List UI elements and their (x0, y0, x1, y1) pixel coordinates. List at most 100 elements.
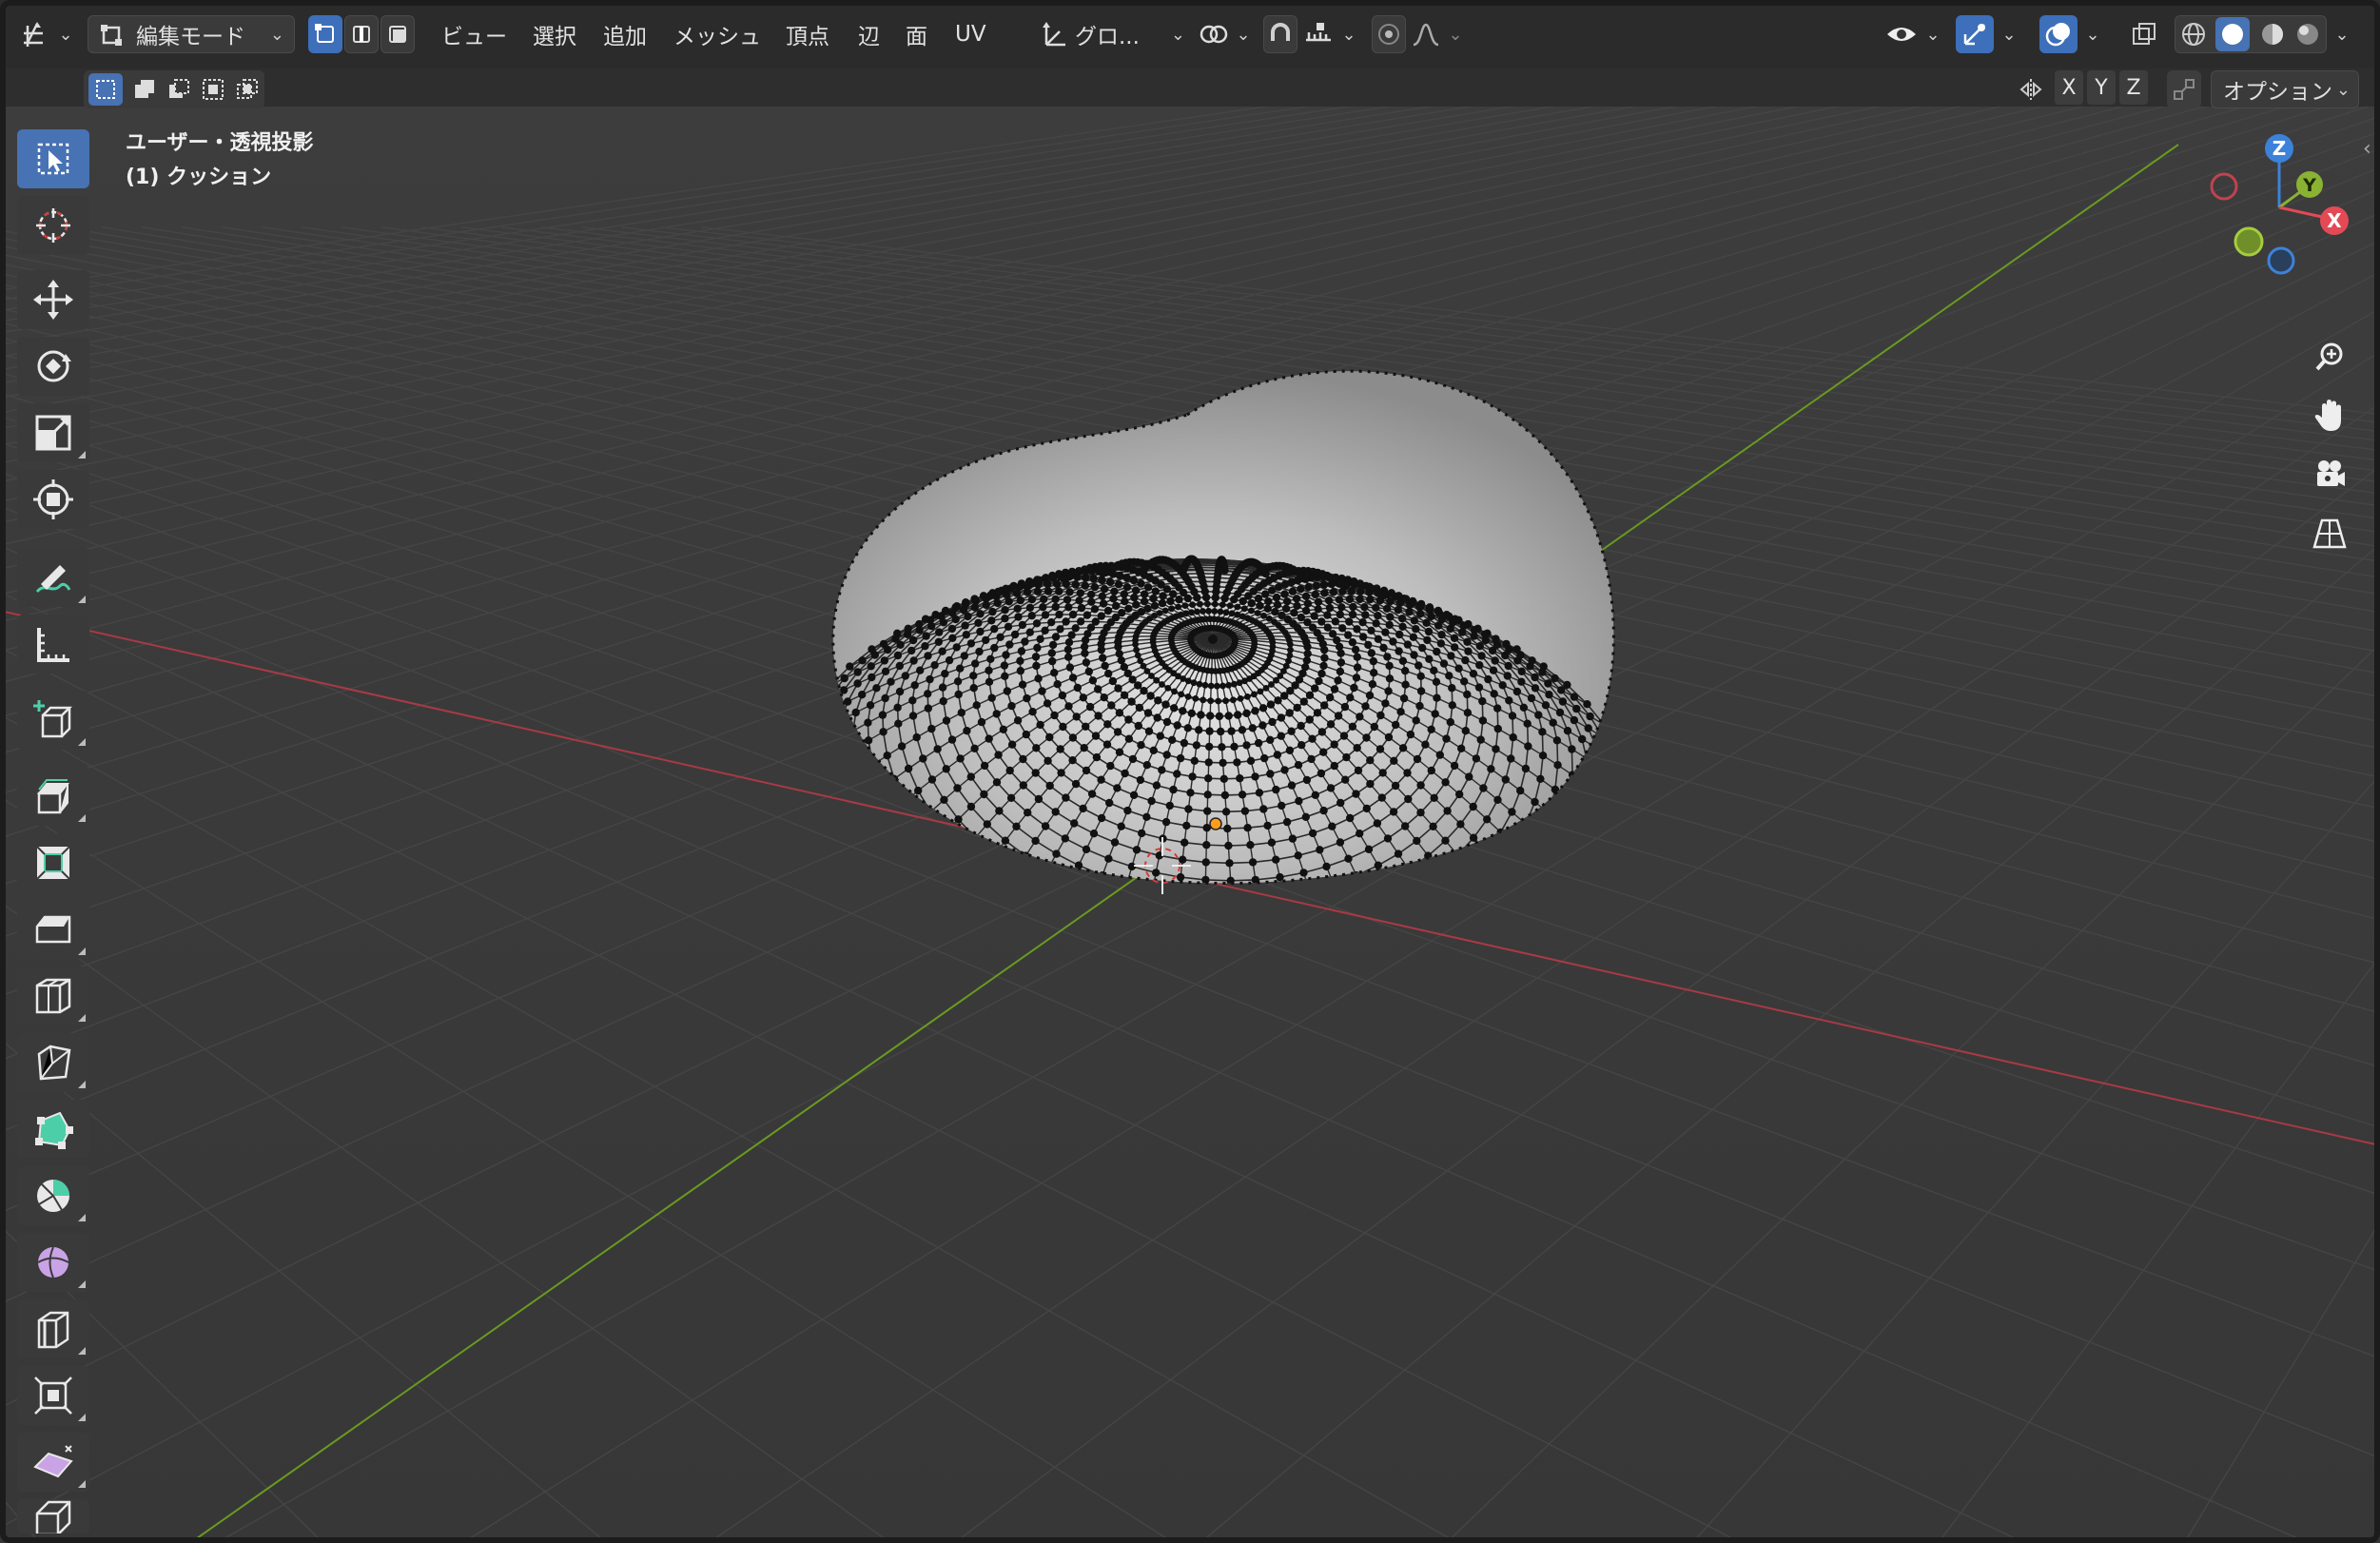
smooth-tool[interactable] (17, 1233, 89, 1292)
viewport-scene[interactable] (0, 68, 2380, 1543)
cursor-tool[interactable] (17, 196, 89, 255)
mode-dropdown[interactable]: 編集モード ⌄ (88, 15, 295, 53)
shading-mode-group (2175, 15, 2327, 53)
edge-slide-tool[interactable] (17, 1299, 89, 1358)
xray-toggle-button[interactable] (2127, 15, 2161, 53)
snap-target-dropdown[interactable]: ⌄ (1299, 15, 1360, 53)
svg-text:X: X (2327, 209, 2342, 232)
menu-item[interactable]: メッシュ (673, 15, 761, 53)
editor-type-icon (24, 22, 44, 47)
vertex-select-mode-button[interactable] (308, 15, 342, 53)
select-new-button[interactable] (88, 73, 123, 106)
mirror-axis-x-button[interactable]: X (2055, 70, 2083, 105)
solid-shading-button[interactable] (2215, 17, 2251, 51)
navigation-gizmo[interactable]: Z Y X (2195, 127, 2367, 280)
zoom-button[interactable] (2300, 331, 2359, 382)
camera-view-button[interactable] (2300, 449, 2359, 500)
edge-select-icon (353, 26, 370, 43)
proportional-edit-icon (1378, 24, 1399, 45)
menu-item[interactable]: 面 (906, 15, 927, 53)
select-extend-icon[interactable] (132, 77, 157, 102)
solid-shading-icon (2222, 24, 2244, 45)
pan-button[interactable] (2300, 390, 2359, 441)
transform-tool[interactable] (17, 470, 89, 529)
measure-tool[interactable] (17, 615, 89, 674)
menu-item[interactable]: 辺 (858, 15, 880, 53)
knife-tool[interactable] (17, 1033, 89, 1092)
object-visibility-dropdown[interactable]: ⌄ (1883, 15, 1942, 53)
viewport-header: ⌄ 編集モード ⌄ ビュー 選択 追加 メッシュ 頂点辺面 UV グロ... ⌄ ⌄ (0, 0, 2380, 68)
gizmo-y-axis[interactable]: Y (2296, 171, 2323, 198)
material-preview-icon[interactable] (2259, 21, 2286, 48)
mirror-icon-button[interactable] (2015, 70, 2047, 108)
options-label: オプション (2223, 80, 2332, 105)
snap-toggle-button[interactable] (1263, 15, 1297, 53)
scale-tool[interactable] (17, 403, 89, 462)
poly-build-icon (35, 1111, 73, 1149)
select-subtract-icon[interactable] (166, 77, 191, 102)
options-dropdown[interactable]: オプション ⌄ (2211, 70, 2359, 108)
face-select-mode-button[interactable] (380, 15, 415, 53)
add-cube-tool[interactable] (17, 691, 89, 750)
proportional-falloff-dropdown[interactable]: ⌄ (1408, 15, 1467, 53)
proportional-editing-button[interactable] (1372, 15, 1406, 53)
edge-select-mode-button[interactable] (344, 15, 379, 53)
select-invert-icon[interactable] (201, 77, 225, 102)
shading-options-dropdown[interactable]: ⌄ (2329, 15, 2355, 53)
wireframe-shading-icon[interactable] (2180, 21, 2207, 48)
poly-build-tool[interactable] (17, 1100, 89, 1159)
gizmo-z-axis[interactable]: Z (2265, 134, 2293, 163)
perspective-toggle-button[interactable] (2300, 508, 2359, 559)
select-intersect-icon[interactable] (235, 77, 260, 102)
gizmo-neg-y[interactable] (2234, 226, 2264, 257)
rendered-shading-icon[interactable] (2294, 21, 2321, 48)
svg-text:Y: Y (2302, 175, 2316, 196)
gizmo-neg-z[interactable] (2267, 246, 2295, 275)
auto-merge-button[interactable] (2167, 70, 2201, 108)
overlay-options-dropdown[interactable]: ⌄ (2079, 15, 2106, 53)
chevron-down-icon: ⌄ (269, 24, 284, 45)
menu-item[interactable]: 選択 (533, 15, 576, 53)
show-gizmo-button[interactable] (1956, 15, 1994, 53)
select-box-tool[interactable] (17, 129, 89, 188)
mirror-axis-z-button[interactable]: Z (2119, 70, 2148, 105)
editor-type-button[interactable]: ⌄ (17, 15, 74, 53)
camera-icon (2317, 460, 2345, 486)
menu-item[interactable]: UV (955, 15, 986, 53)
vertex-select-icon (315, 24, 334, 43)
bevel-tool[interactable] (17, 900, 89, 959)
overlay-icon (2045, 23, 2070, 47)
menu-item[interactable]: 頂点 (786, 15, 829, 53)
transform-orientation-label: グロ... (1075, 25, 1140, 49)
3d-viewport[interactable]: ユーザー・透視投影 (1) クッション Z Y X ‹ (0, 68, 2380, 1543)
shrink-fatten-tool[interactable] (17, 1366, 89, 1425)
gizmo-x-axis[interactable]: X (2320, 206, 2349, 235)
grid-perspective-icon (2312, 518, 2347, 549)
cursor-icon (36, 208, 70, 243)
extrude-tool[interactable] (17, 767, 89, 826)
annotate-tool[interactable] (17, 548, 89, 607)
move-tool[interactable] (17, 270, 89, 329)
show-overlays-button[interactable] (2039, 15, 2078, 53)
menu-item[interactable]: ビュー (441, 15, 507, 53)
gizmo-neg-x[interactable] (2210, 172, 2238, 201)
transform-icon (33, 479, 73, 519)
menu-item[interactable]: 追加 (603, 15, 647, 53)
mirror-axis-y-button[interactable]: Y (2087, 70, 2116, 105)
inset-tool[interactable] (17, 833, 89, 892)
transform-orientation-dropdown[interactable]: グロ... ⌄ (1033, 15, 1191, 53)
gizmo-options-dropdown[interactable]: ⌄ (1996, 15, 2022, 53)
shear-tool[interactable] (17, 1433, 89, 1492)
rotate-tool[interactable] (17, 337, 89, 396)
edge-slide-icon (37, 1311, 69, 1349)
eye-icon (1887, 28, 1917, 41)
spin-tool[interactable] (17, 1166, 89, 1225)
sidebar-toggle-arrow[interactable]: ‹ (2363, 137, 2371, 161)
snap-increment-icon (1306, 23, 1332, 42)
loop-cut-tool[interactable] (17, 967, 89, 1025)
pivot-point-dropdown[interactable]: ⌄ (1195, 15, 1254, 53)
selection-mode-group (84, 70, 264, 108)
shrink-fatten-icon (34, 1377, 72, 1415)
rip-tool[interactable] (17, 1499, 89, 1533)
object-origin (1209, 817, 1222, 830)
